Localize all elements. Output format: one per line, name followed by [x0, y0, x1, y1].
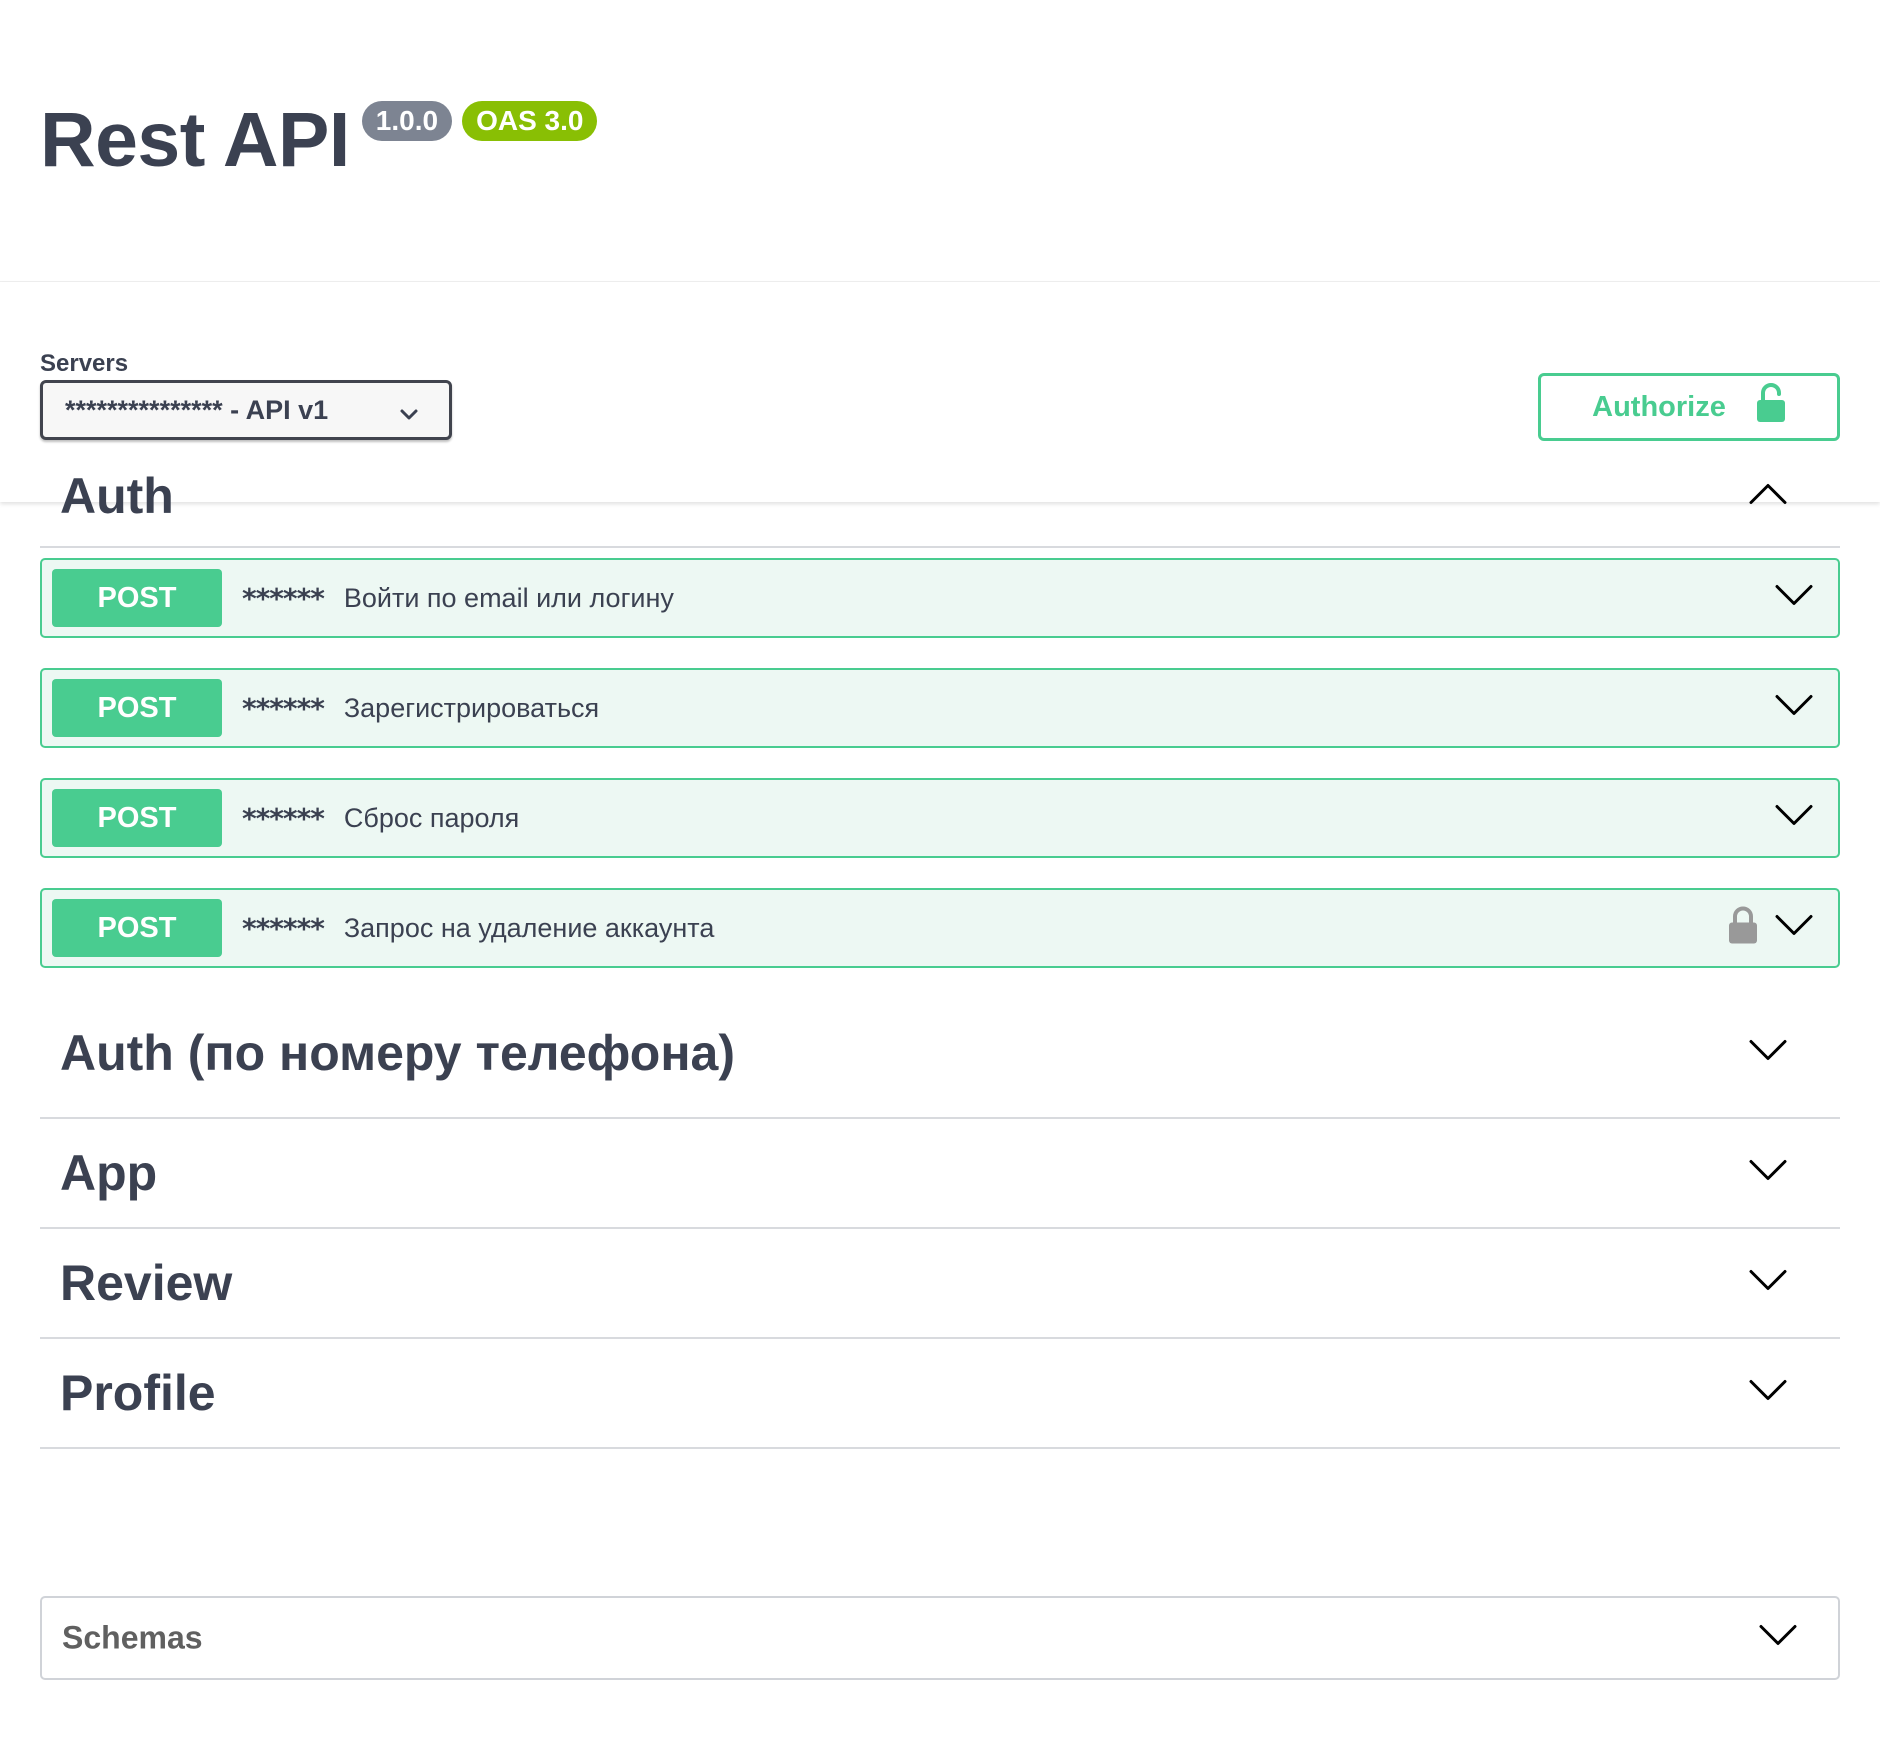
- tag-header-app[interactable]: App: [40, 1119, 1840, 1229]
- chevron-down-icon[interactable]: [1774, 804, 1814, 833]
- operation-summary: Зарегистрироваться: [343, 692, 600, 723]
- method-badge: POST: [52, 899, 222, 957]
- oas-version-badge: OAS 3.0: [462, 101, 598, 141]
- operation-post-password-reset[interactable]: POST ****** Сброс пароля: [40, 778, 1840, 858]
- operation-path: ******: [242, 581, 325, 615]
- method-badge: POST: [52, 569, 222, 627]
- servers-label: Servers: [40, 350, 129, 377]
- tag-header-review[interactable]: Review: [40, 1229, 1840, 1339]
- operation-path: ******: [242, 911, 325, 945]
- api-title: Rest API: [40, 97, 350, 183]
- tag-name: Auth: [60, 468, 174, 524]
- method-badge: POST: [52, 789, 222, 847]
- collapsed-tag-list: Auth (по номеру телефона) App Review Pro…: [40, 988, 1840, 1449]
- padlock-icon[interactable]: [1728, 906, 1758, 950]
- operation-path: ******: [242, 801, 325, 835]
- api-info-header: Rest API 1.0.0 OAS 3.0: [0, 0, 1880, 282]
- tag-section-auth: Auth POST ****** Войти по email или логи…: [40, 410, 1840, 968]
- tag-sections: Auth POST ****** Войти по email или логи…: [40, 468, 1840, 1449]
- chevron-down-icon[interactable]: [1774, 584, 1814, 613]
- tag-name: Review: [60, 1255, 233, 1311]
- tag-header-auth[interactable]: Auth: [40, 410, 1840, 548]
- chevron-down-icon[interactable]: [1748, 1269, 1788, 1298]
- operation-summary: Запрос на удаление аккаунта: [343, 912, 715, 943]
- operation-post-login[interactable]: POST ****** Войти по email или логину: [40, 558, 1840, 638]
- operation-summary: Войти по email или логину: [343, 582, 674, 613]
- tag-name: Auth (по номеру телефона): [60, 1024, 735, 1081]
- version-badge: 1.0.0: [361, 101, 453, 141]
- chevron-down-icon[interactable]: [1748, 1159, 1788, 1188]
- chevron-down-icon[interactable]: [1758, 1624, 1798, 1653]
- operation-post-delete-account[interactable]: POST ****** Запрос на удаление аккаунта: [40, 888, 1840, 968]
- operation-post-register[interactable]: POST ****** Зарегистрироваться: [40, 668, 1840, 748]
- tag-header-profile[interactable]: Profile: [40, 1339, 1840, 1449]
- tag-header-auth-phone[interactable]: Auth (по номеру телефона): [40, 988, 1840, 1119]
- chevron-down-icon[interactable]: [1774, 914, 1814, 943]
- title-wrap: Rest API 1.0.0 OAS 3.0: [40, 96, 598, 184]
- chevron-down-icon[interactable]: [1748, 1038, 1788, 1067]
- operation-path: ******: [242, 691, 325, 725]
- schemas-section[interactable]: Schemas: [40, 1596, 1840, 1680]
- chevron-down-icon[interactable]: [1748, 1379, 1788, 1408]
- operation-summary: Сброс пароля: [343, 802, 520, 833]
- tag-name: App: [60, 1145, 158, 1201]
- chevron-down-icon[interactable]: [1774, 694, 1814, 723]
- chevron-up-icon[interactable]: [1748, 482, 1788, 511]
- tag-name: Profile: [60, 1365, 216, 1421]
- method-badge: POST: [52, 679, 222, 737]
- schemas-title: Schemas: [62, 1619, 203, 1656]
